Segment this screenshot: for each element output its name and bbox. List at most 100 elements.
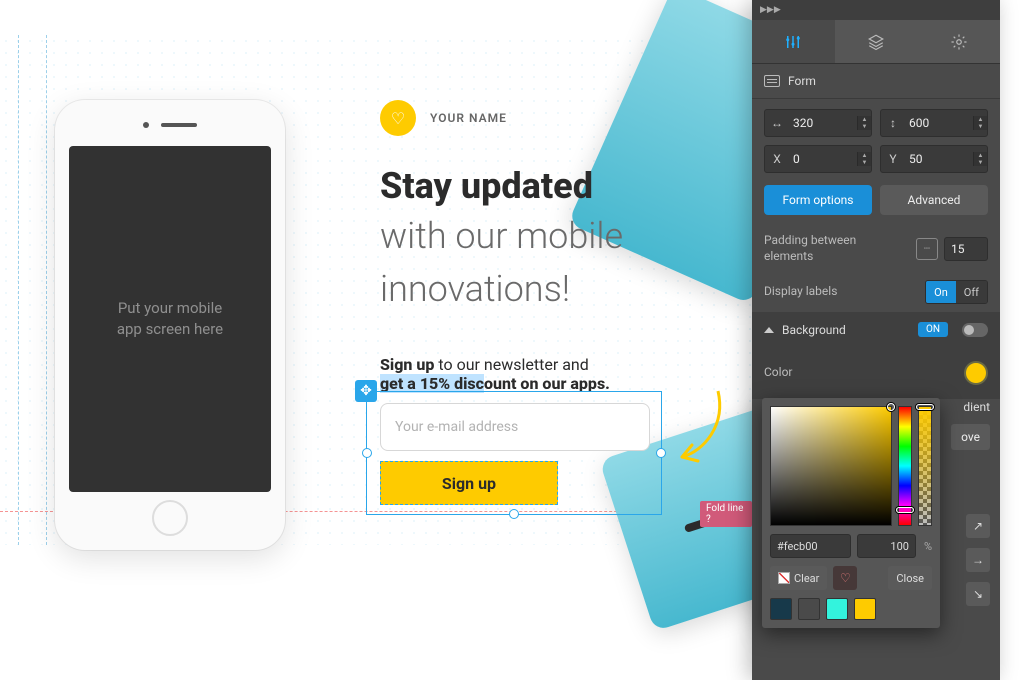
percent-label: % <box>924 540 932 553</box>
signup-button[interactable]: Sign up <box>380 461 558 505</box>
width-field[interactable]: ↔ 320 ▲▼ <box>764 109 872 137</box>
gear-icon <box>950 33 968 51</box>
gradient-option[interactable]: dient <box>963 400 990 414</box>
background-accordion[interactable]: Background ON <box>752 312 1000 347</box>
x-value: 0 <box>789 152 857 166</box>
step-down[interactable]: ▼ <box>857 159 871 166</box>
step-up[interactable]: ▲ <box>973 116 987 123</box>
background-switch[interactable] <box>962 323 988 337</box>
padding-input[interactable]: 15 <box>944 237 988 261</box>
height-field[interactable]: ↕ 600 ▲▼ <box>880 109 988 137</box>
hero-line: with our mobile <box>380 212 740 261</box>
panel-tabs <box>752 20 1000 64</box>
curved-arrow-icon <box>668 385 728 475</box>
display-labels-label: Display labels <box>764 284 915 300</box>
layers-icon <box>867 33 885 51</box>
swatch[interactable] <box>854 598 876 620</box>
move-handle-icon[interactable]: ✥ <box>355 380 377 402</box>
swatch[interactable] <box>770 598 792 620</box>
height-icon: ↕ <box>881 116 905 130</box>
hero-strong: Stay updated <box>380 165 740 208</box>
close-picker-button[interactable]: Close <box>888 566 932 590</box>
height-value: 600 <box>905 116 973 130</box>
padding-label: Padding between elements <box>764 233 906 264</box>
resize-handle[interactable] <box>362 448 372 458</box>
sub-bold: Sign up <box>380 355 434 374</box>
alpha-cursor[interactable] <box>916 404 934 410</box>
background-label: Background <box>782 323 846 337</box>
background-state[interactable]: ON <box>918 322 948 337</box>
phone-placeholder-text: Put your mobile <box>117 298 223 319</box>
heart-icon: ♡ <box>380 100 416 136</box>
step-down[interactable]: ▼ <box>973 159 987 166</box>
step-down[interactable]: ▼ <box>857 123 871 130</box>
swatch[interactable] <box>826 598 848 620</box>
resize-handle[interactable] <box>509 509 519 519</box>
chevron-up-icon <box>764 327 774 333</box>
phone-speaker <box>143 122 197 128</box>
swatch[interactable] <box>798 598 820 620</box>
step-up[interactable]: ▲ <box>857 152 871 159</box>
form-icon <box>764 75 780 87</box>
direction-icon[interactable]: → <box>966 548 990 572</box>
clear-label: Clear <box>794 572 819 585</box>
alpha-slider[interactable] <box>918 406 932 526</box>
email-placeholder: Your e-mail address <box>395 419 518 435</box>
color-swatch[interactable] <box>964 361 988 385</box>
x-field[interactable]: X 0 ▲▼ <box>764 145 872 173</box>
y-field[interactable]: Y 50 ▲▼ <box>880 145 988 173</box>
step-up[interactable]: ▲ <box>973 152 987 159</box>
hero-line: innovations! <box>380 265 740 314</box>
tab-properties[interactable] <box>752 20 835 64</box>
phone-mockup[interactable]: Put your mobile app screen here <box>55 100 285 550</box>
fold-line-tag[interactable]: Fold line ? <box>700 501 752 527</box>
hue-slider[interactable] <box>898 406 912 526</box>
editor-canvas[interactable]: Put your mobile app screen here ♡ YOUR N… <box>0 35 752 545</box>
sub-rest: to our newsletter and <box>434 355 588 374</box>
email-field[interactable]: Your e-mail address <box>380 403 650 451</box>
advanced-button[interactable]: Advanced <box>880 185 988 215</box>
tab-settings[interactable] <box>917 20 1000 64</box>
swatch-row <box>770 598 932 620</box>
padding-icon: ▫▫▫ <box>916 238 938 260</box>
brand-label: YOUR NAME <box>430 111 507 125</box>
favorite-color-button[interactable]: ♡ <box>833 566 857 590</box>
sliders-icon <box>784 33 802 51</box>
properties-panel: ▶▶▶ Form ↔ 320 ▲▼ ↕ 600 ▲▼ X 0 ▲▼ <box>752 0 1000 680</box>
sub-text[interactable]: Sign up to our newsletter and get a 15% … <box>380 355 610 393</box>
step-down[interactable]: ▼ <box>973 123 987 130</box>
direction-icon[interactable]: ↘ <box>966 582 990 606</box>
phone-home-button <box>152 500 188 536</box>
display-labels-toggle[interactable]: On Off <box>925 280 988 304</box>
opacity-input[interactable]: 100 <box>857 534 916 558</box>
direction-icon[interactable]: ↗ <box>966 514 990 538</box>
tab-layers[interactable] <box>835 20 918 64</box>
phone-screen-placeholder[interactable]: Put your mobile app screen here <box>69 146 271 492</box>
guide-vertical[interactable] <box>46 35 47 545</box>
y-label: Y <box>881 152 905 166</box>
resize-handle[interactable] <box>656 448 666 458</box>
toggle-on[interactable]: On <box>926 281 956 303</box>
form-options-button[interactable]: Form options <box>764 185 872 215</box>
hero-text[interactable]: Stay updated with our mobile innovations… <box>380 165 740 313</box>
brand-block[interactable]: ♡ YOUR NAME <box>380 100 507 136</box>
toggle-off[interactable]: Off <box>956 281 987 303</box>
hex-input[interactable]: #fecb00 <box>770 534 851 558</box>
color-label: Color <box>764 365 946 381</box>
covered-button[interactable]: ove <box>951 424 990 450</box>
width-value: 320 <box>789 116 857 130</box>
panel-collapse-handle[interactable]: ▶▶▶ <box>752 0 1000 20</box>
element-type-label: Form <box>788 74 816 88</box>
clear-icon <box>778 572 790 584</box>
x-label: X <box>765 152 789 166</box>
saturation-value-area[interactable] <box>770 406 892 526</box>
signup-label: Sign up <box>442 474 496 493</box>
guide-vertical[interactable] <box>18 35 19 545</box>
element-type-header: Form <box>752 64 1000 99</box>
phone-placeholder-text: app screen here <box>117 319 223 340</box>
step-up[interactable]: ▲ <box>857 116 871 123</box>
color-picker: #fecb00 100 % Clear ♡ Close <box>762 398 940 628</box>
clear-color-button[interactable]: Clear <box>770 566 827 590</box>
hue-cursor[interactable] <box>896 507 914 513</box>
sv-cursor[interactable] <box>887 403 895 411</box>
